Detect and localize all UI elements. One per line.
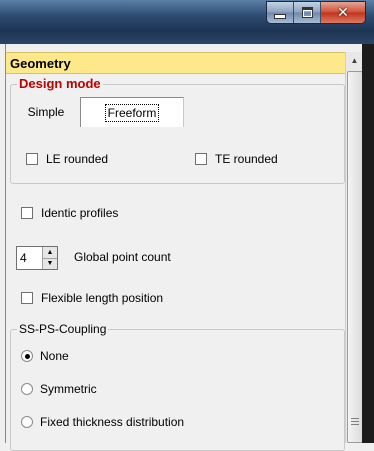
coupling-symmetric-label: Symmetric: [40, 382, 97, 396]
ss-ps-coupling-title: SS-PS-Coupling: [17, 321, 109, 337]
le-rounded-label: LE rounded: [46, 152, 109, 166]
global-point-count-value[interactable]: 4: [17, 247, 42, 269]
scroll-up-icon[interactable]: ▲: [346, 52, 363, 69]
tab-freeform-label: Freeform: [104, 104, 160, 122]
tab-simple-label: Simple: [27, 105, 65, 119]
coupling-none-radio[interactable]: None: [21, 348, 69, 364]
flexible-length-position-label: Flexible length position: [41, 291, 164, 305]
spin-up-icon[interactable]: ▲: [43, 247, 57, 259]
flexible-length-position-checkbox[interactable]: Flexible length position: [21, 290, 163, 306]
flexible-length-position-box[interactable]: [21, 292, 33, 304]
coupling-fixed-thickness-dot[interactable]: [21, 416, 33, 428]
identic-profiles-box[interactable]: [21, 207, 33, 219]
te-rounded-checkbox[interactable]: TE rounded: [195, 151, 278, 167]
global-point-count-label: Global point count: [74, 250, 171, 264]
identic-profiles-checkbox[interactable]: Identic profiles: [21, 205, 118, 221]
coupling-fixed-thickness-radio[interactable]: Fixed thickness distribution: [21, 414, 184, 430]
thumb-grip: [351, 418, 359, 419]
window-title-bar[interactable]: ✕: [0, 0, 374, 44]
window-edge: [362, 44, 374, 443]
maximize-icon: [301, 7, 313, 18]
coupling-none-label: None: [40, 349, 69, 363]
te-rounded-box[interactable]: [195, 153, 207, 165]
coupling-none-dot[interactable]: [21, 350, 33, 362]
geometry-panel: Geometry Design mode Simple Freeform LE …: [5, 44, 346, 451]
tab-freeform[interactable]: Freeform: [80, 97, 184, 127]
minimize-icon: [274, 14, 286, 19]
global-point-count-spinner[interactable]: 4 ▲ ▼: [16, 246, 58, 270]
coupling-fixed-thickness-label: Fixed thickness distribution: [40, 415, 185, 429]
thumb-grip: [351, 424, 359, 425]
close-button[interactable]: ✕: [320, 2, 365, 23]
caption-buttons: ✕: [266, 1, 366, 24]
tab-simple[interactable]: Simple: [16, 97, 76, 127]
te-rounded-label: TE rounded: [215, 152, 278, 166]
scroll-thumb[interactable]: [347, 71, 363, 443]
le-rounded-checkbox[interactable]: LE rounded: [26, 151, 108, 167]
section-header[interactable]: Geometry: [6, 52, 346, 74]
maximize-button[interactable]: [293, 2, 320, 23]
design-mode-title: Design mode: [17, 76, 103, 92]
thumb-grip: [351, 421, 359, 422]
minimize-button[interactable]: [267, 2, 293, 23]
identic-profiles-label: Identic profiles: [41, 206, 119, 220]
coupling-symmetric-dot[interactable]: [21, 383, 33, 395]
le-rounded-box[interactable]: [26, 153, 38, 165]
spinner-arrows: ▲ ▼: [42, 247, 57, 269]
spin-down-icon[interactable]: ▼: [43, 258, 57, 269]
close-icon: ✕: [337, 4, 349, 21]
coupling-symmetric-radio[interactable]: Symmetric: [21, 381, 97, 397]
